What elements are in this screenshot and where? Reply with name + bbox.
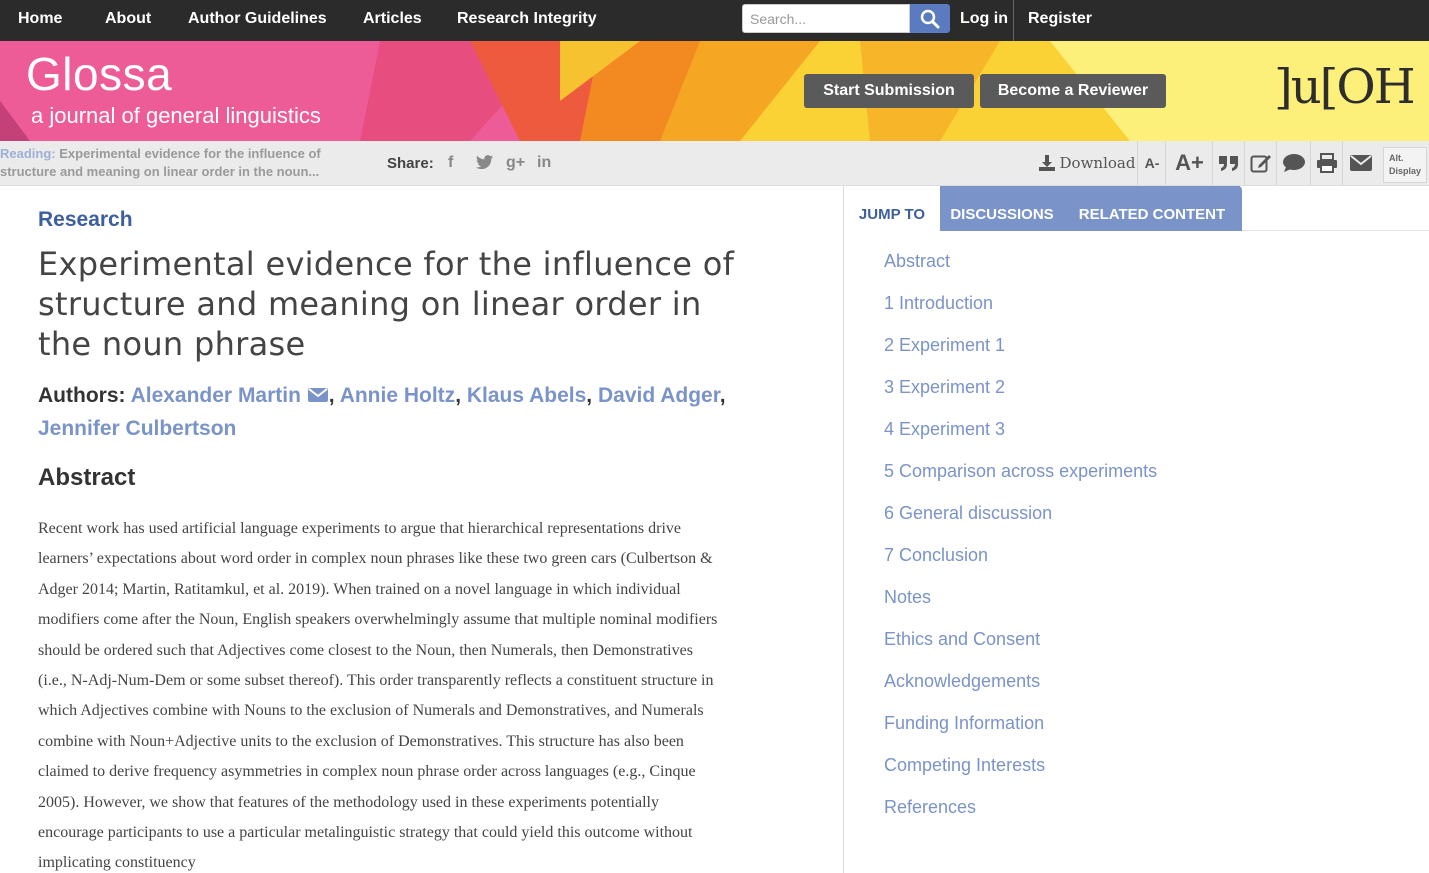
author-link[interactable]: Annie Holtz	[340, 384, 456, 407]
font-decrease-button[interactable]: A-	[1139, 141, 1166, 185]
toc-item-funding[interactable]: Funding Information	[884, 702, 1157, 744]
abstract-heading: Abstract	[38, 464, 136, 491]
edit-icon	[1250, 155, 1271, 173]
abstract-text: Recent work has used artificial language…	[38, 520, 718, 872]
google-plus-icon[interactable]: g+	[506, 154, 525, 172]
author-link[interactable]: Klaus Abels	[467, 384, 586, 407]
article-title: Experimental evidence for the influence …	[38, 245, 735, 363]
reading-title-line2: structure and meaning on linear order in…	[0, 164, 320, 179]
author-link[interactable]: Alexander Martin	[131, 384, 301, 407]
quote-icon	[1219, 156, 1238, 171]
alt-display-line2: Display	[1389, 166, 1422, 176]
comments-button[interactable]	[1278, 141, 1311, 185]
envelope-icon	[1349, 155, 1372, 171]
authors-list: Authors: Alexander Martin , Annie Holtz,…	[38, 384, 726, 440]
top-navigation: Home About Author Guidelines Articles Re…	[0, 0, 1429, 41]
alt-display-button[interactable]: Alt. Display	[1383, 147, 1427, 183]
annotate-button[interactable]	[1246, 141, 1277, 185]
search-input[interactable]	[742, 4, 910, 33]
envelope-icon[interactable]	[307, 387, 329, 403]
toc-item-abstract[interactable]: Abstract	[884, 240, 1157, 282]
authors-label: Authors:	[38, 384, 126, 407]
nav-divider	[1013, 0, 1014, 41]
toc-item-ethics[interactable]: Ethics and Consent	[884, 618, 1157, 660]
author-link[interactable]: Jennifer Culbertson	[38, 417, 236, 440]
toc-item-experiment-1[interactable]: 2 Experiment 1	[884, 324, 1157, 366]
linkedin-icon[interactable]: in	[537, 154, 551, 172]
jump-to-toc: Abstract 1 Introduction 2 Experiment 1 3…	[884, 240, 1157, 828]
journal-banner: Glossa a journal of general linguistics …	[0, 41, 1429, 141]
print-icon	[1317, 153, 1337, 173]
toc-item-comparison[interactable]: 5 Comparison across experiments	[884, 450, 1157, 492]
tab-discussions[interactable]: DISCUSSIONS	[940, 186, 1064, 231]
comment-icon	[1283, 154, 1305, 172]
nav-articles[interactable]: Articles	[363, 0, 422, 41]
search-button[interactable]	[910, 4, 950, 33]
toc-item-experiment-2[interactable]: 3 Experiment 2	[884, 366, 1157, 408]
alt-display-line1: Alt.	[1389, 153, 1404, 163]
toc-item-introduction[interactable]: 1 Introduction	[884, 282, 1157, 324]
nav-author-guidelines[interactable]: Author Guidelines	[188, 0, 327, 41]
reading-label: Reading:	[0, 146, 56, 161]
toc-item-acknowledgements[interactable]: Acknowledgements	[884, 660, 1157, 702]
facebook-icon[interactable]: f	[448, 154, 453, 172]
search-icon	[920, 9, 940, 28]
nav-home[interactable]: Home	[18, 0, 62, 41]
toc-item-references[interactable]: References	[884, 786, 1157, 828]
print-button[interactable]	[1312, 141, 1343, 185]
article-section: Research	[38, 208, 133, 231]
journal-name[interactable]: Glossa	[26, 47, 172, 101]
download-icon	[1038, 155, 1055, 171]
publisher-logo[interactable]: ]u[OH	[1274, 59, 1416, 115]
start-submission-button[interactable]: Start Submission	[804, 74, 974, 108]
twitter-icon[interactable]	[476, 155, 493, 174]
toc-item-experiment-3[interactable]: 4 Experiment 3	[884, 408, 1157, 450]
toc-item-conclusion[interactable]: 7 Conclusion	[884, 534, 1157, 576]
toc-item-notes[interactable]: Notes	[884, 576, 1157, 618]
tab-related-content[interactable]: RELATED CONTENT	[1064, 186, 1240, 231]
tab-jump-to[interactable]: JUMP TO	[844, 186, 940, 231]
reading-indicator: Reading: Experimental evidence for the i…	[0, 145, 360, 181]
register-link[interactable]: Register	[1028, 0, 1092, 41]
toc-item-general-discussion[interactable]: 6 General discussion	[884, 492, 1157, 534]
login-link[interactable]: Log in	[960, 0, 1008, 41]
author-link[interactable]: David Adger	[598, 384, 720, 407]
reading-title-line1: Experimental evidence for the influence …	[59, 146, 321, 161]
share-label: Share:	[387, 155, 434, 172]
email-button[interactable]	[1344, 141, 1377, 185]
article-main: Research Experimental evidence for the i…	[0, 186, 843, 873]
nav-research-integrity[interactable]: Research Integrity	[457, 0, 597, 41]
download-button[interactable]: Download	[1036, 141, 1138, 185]
font-increase-button[interactable]: A+	[1167, 141, 1213, 185]
become-reviewer-button[interactable]: Become a Reviewer	[980, 74, 1166, 108]
journal-subtitle: a journal of general linguistics	[31, 103, 321, 128]
cite-button[interactable]	[1214, 141, 1245, 185]
nav-about[interactable]: About	[105, 0, 151, 41]
download-label: Download	[1059, 154, 1136, 172]
toc-item-competing-interests[interactable]: Competing Interests	[884, 744, 1157, 786]
article-toolbar: Reading: Experimental evidence for the i…	[0, 141, 1429, 186]
